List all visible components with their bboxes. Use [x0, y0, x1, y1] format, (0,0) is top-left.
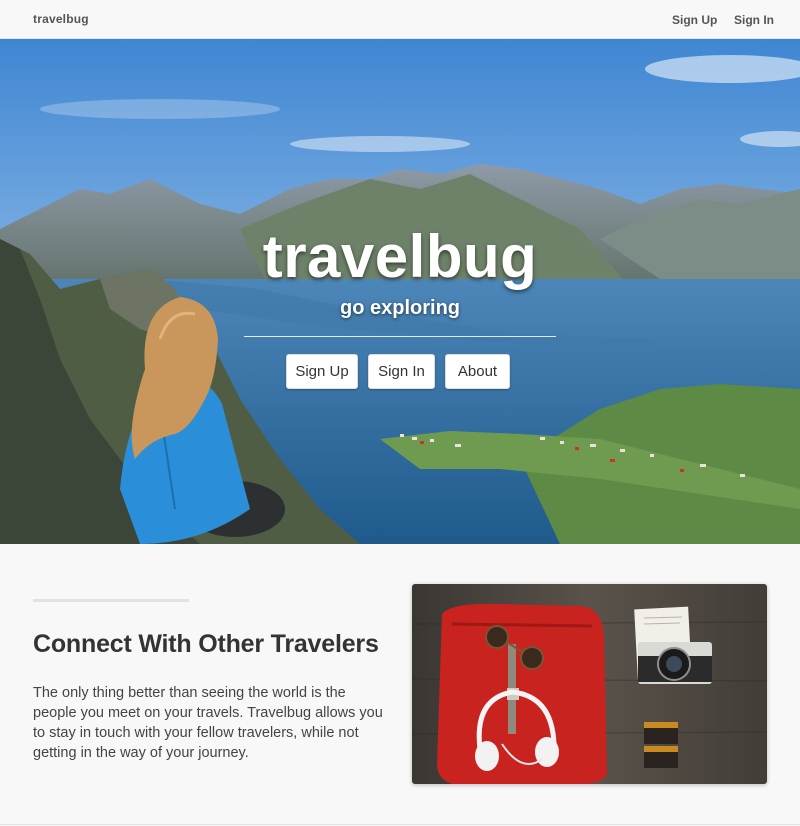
page-bottom-divider: [0, 824, 800, 825]
hero-banner: travelbug go exploring Sign Up Sign In A…: [0, 39, 800, 544]
nav-signup-link[interactable]: Sign Up: [672, 13, 717, 27]
brand-link[interactable]: travelbug: [33, 12, 89, 26]
hero-signup-button[interactable]: Sign Up: [286, 354, 358, 389]
navbar: travelbug Sign Up Sign In: [0, 0, 800, 39]
travel-gear-photo: [412, 584, 767, 784]
section-divider: [33, 599, 189, 602]
hero-subtitle: go exploring: [340, 297, 460, 319]
feature-heading: Connect With Other Travelers: [33, 630, 379, 658]
feature-body-text: The only thing better than seeing the wo…: [33, 685, 383, 761]
hero-background-image: [0, 39, 800, 544]
nav-signin-link[interactable]: Sign In: [734, 13, 774, 27]
hero-about-button[interactable]: About: [445, 354, 510, 389]
hero-divider: [244, 336, 556, 337]
hero-title: travelbug: [262, 223, 538, 290]
hero-signin-button[interactable]: Sign In: [368, 354, 435, 389]
